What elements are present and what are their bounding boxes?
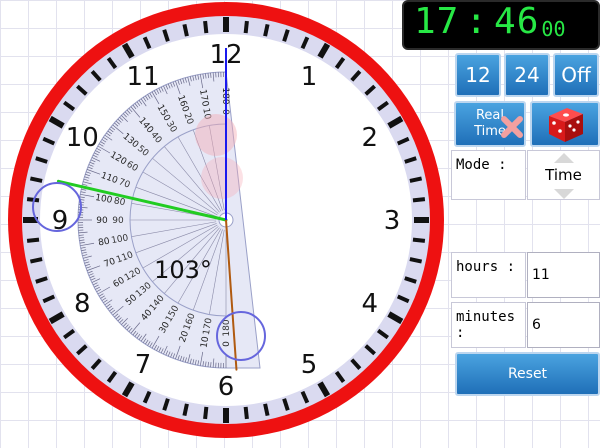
minute-tick	[182, 403, 189, 417]
realtime-button[interactable]: Real Time	[454, 101, 526, 147]
minutes-value: 6	[532, 317, 541, 333]
mode-label-cell: Mode :	[451, 150, 526, 200]
analog-clock[interactable]: 121234567891011 180170160150140130120110…	[0, 0, 450, 448]
minute-tick	[29, 257, 43, 264]
hours-value: 11	[532, 267, 550, 283]
clock-numeral-5: 5	[301, 350, 318, 380]
x-mark-icon	[501, 116, 523, 138]
clock-numeral-7: 7	[135, 350, 152, 380]
minute-tick	[203, 20, 209, 34]
reset-label: Reset	[507, 366, 548, 382]
random-time-button[interactable]	[530, 101, 600, 147]
protractor-inner-label: 180	[222, 319, 232, 336]
clock-svg: 121234567891011 180170160150140130120110…	[8, 2, 444, 438]
minutes-input[interactable]: 6	[527, 302, 600, 348]
clock-numeral-8: 8	[74, 289, 91, 319]
digital-seconds: 00	[541, 17, 566, 41]
clock-numeral-10: 10	[66, 123, 99, 153]
protractor-outer-label: 80	[98, 237, 111, 249]
hours-input[interactable]: 11	[527, 252, 600, 298]
clock-numeral-1: 1	[301, 62, 318, 92]
mode-value: Time	[545, 166, 582, 184]
minute-tick	[26, 237, 40, 243]
dice-icon	[549, 108, 583, 142]
format-24-button[interactable]: 24	[504, 53, 550, 97]
protractor-outer-label: 0	[222, 341, 232, 347]
minute-tick	[412, 197, 426, 203]
digital-minutes: 46	[494, 1, 540, 42]
protractor-drag-handle[interactable]	[195, 114, 237, 156]
format-off-button[interactable]: Off	[553, 53, 599, 97]
minute-tick	[263, 23, 270, 37]
digital-time-display: 17 : 46 00	[402, 0, 600, 50]
minute-tick	[243, 20, 249, 34]
minute-tick	[243, 406, 249, 420]
digital-colon: :	[465, 1, 489, 42]
format-off-label: Off	[561, 63, 591, 87]
minute-tick	[29, 176, 43, 183]
minute-tick	[182, 23, 189, 37]
format-12-button[interactable]: 12	[455, 53, 501, 97]
hours-label: hours :	[456, 259, 516, 275]
clock-numeral-3: 3	[384, 206, 401, 236]
minute-tick	[409, 257, 423, 264]
mode-label: Mode :	[456, 157, 507, 173]
minute-tick	[412, 237, 426, 243]
triangle-up-icon[interactable]	[554, 153, 574, 163]
minutes-label: minutes :	[456, 309, 516, 341]
clock-numeral-2: 2	[361, 123, 378, 153]
clock-numeral-11: 11	[126, 62, 159, 92]
minutes-label-cell: minutes :	[451, 302, 526, 348]
clock-numeral-4: 4	[361, 289, 378, 319]
protractor-inner-label: 80	[113, 196, 126, 208]
minute-tick	[263, 403, 270, 417]
digital-hours: 17	[414, 1, 460, 42]
mode-spinner[interactable]: Time	[527, 150, 600, 200]
protractor-outer-label: 10	[200, 336, 212, 349]
protractor-angle-readout: 103°	[154, 256, 212, 284]
format-12-label: 12	[465, 63, 491, 87]
protractor-rotate-handle[interactable]	[201, 157, 243, 199]
clock-numeral-6: 6	[218, 372, 235, 402]
reset-button[interactable]: Reset	[455, 352, 600, 396]
hours-label-cell: hours :	[451, 252, 526, 298]
format-24-label: 24	[514, 63, 540, 87]
minute-tick	[203, 406, 209, 420]
protractor-outer-label: 90	[96, 216, 108, 226]
minute-tick	[409, 176, 423, 183]
protractor-inner-label: 90	[112, 216, 124, 226]
triangle-down-icon[interactable]	[554, 189, 574, 199]
